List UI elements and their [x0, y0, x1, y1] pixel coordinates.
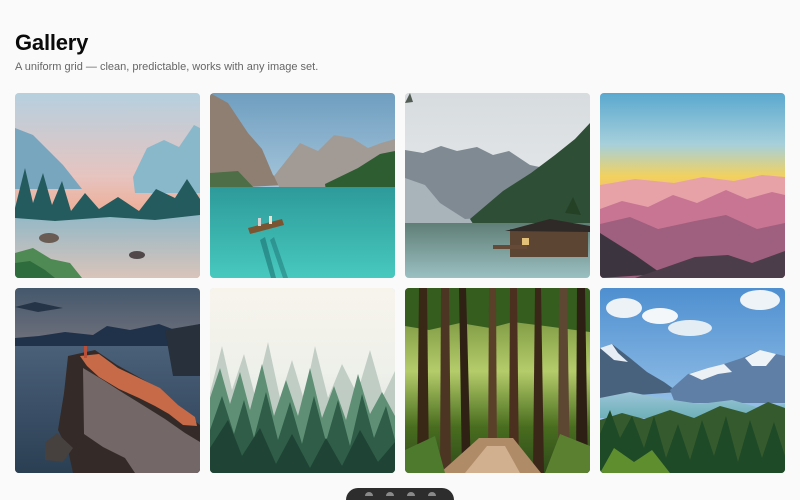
snowy-peaks-pine-valley-image	[600, 288, 785, 473]
window-icon[interactable]	[426, 492, 438, 498]
gallery-image-snowy-peaks-pine-valley[interactable]	[600, 288, 785, 473]
gallery-image-mountain-layers-sunset[interactable]	[600, 93, 785, 278]
valley-river-sunset-image	[15, 93, 200, 278]
foggy-pine-forest-image	[210, 288, 395, 473]
cliff-village-dusk-image	[15, 288, 200, 473]
page-subtitle: A uniform grid — clean, predictable, wor…	[15, 61, 319, 73]
gallery-image-cliff-village-dusk[interactable]	[15, 288, 200, 473]
mountain-lake-boat-image	[210, 93, 395, 278]
menu-icon[interactable]	[405, 492, 417, 498]
header: Gallery A uniform grid — clean, predicta…	[15, 30, 775, 74]
forest-path-image	[405, 288, 590, 473]
gallery-grid	[15, 93, 785, 473]
page-title: Gallery	[15, 30, 89, 55]
gallery-image-foggy-pine-forest[interactable]	[210, 288, 395, 473]
dot-icon[interactable]	[363, 492, 375, 498]
mountain-layers-sunset-image	[600, 93, 785, 278]
dot-icon[interactable]	[384, 492, 396, 498]
gallery-image-forest-path[interactable]	[405, 288, 590, 473]
gallery-page: Gallery A uniform grid — clean, predicta…	[0, 0, 800, 500]
gallery-image-mountain-lake-boat[interactable]	[210, 93, 395, 278]
floating-toolbar	[346, 488, 454, 500]
gallery-image-misty-mountains-cabin-lake[interactable]	[405, 93, 590, 278]
misty-mountains-cabin-lake-image	[405, 93, 590, 278]
gallery-image-valley-river-sunset[interactable]	[15, 93, 200, 278]
